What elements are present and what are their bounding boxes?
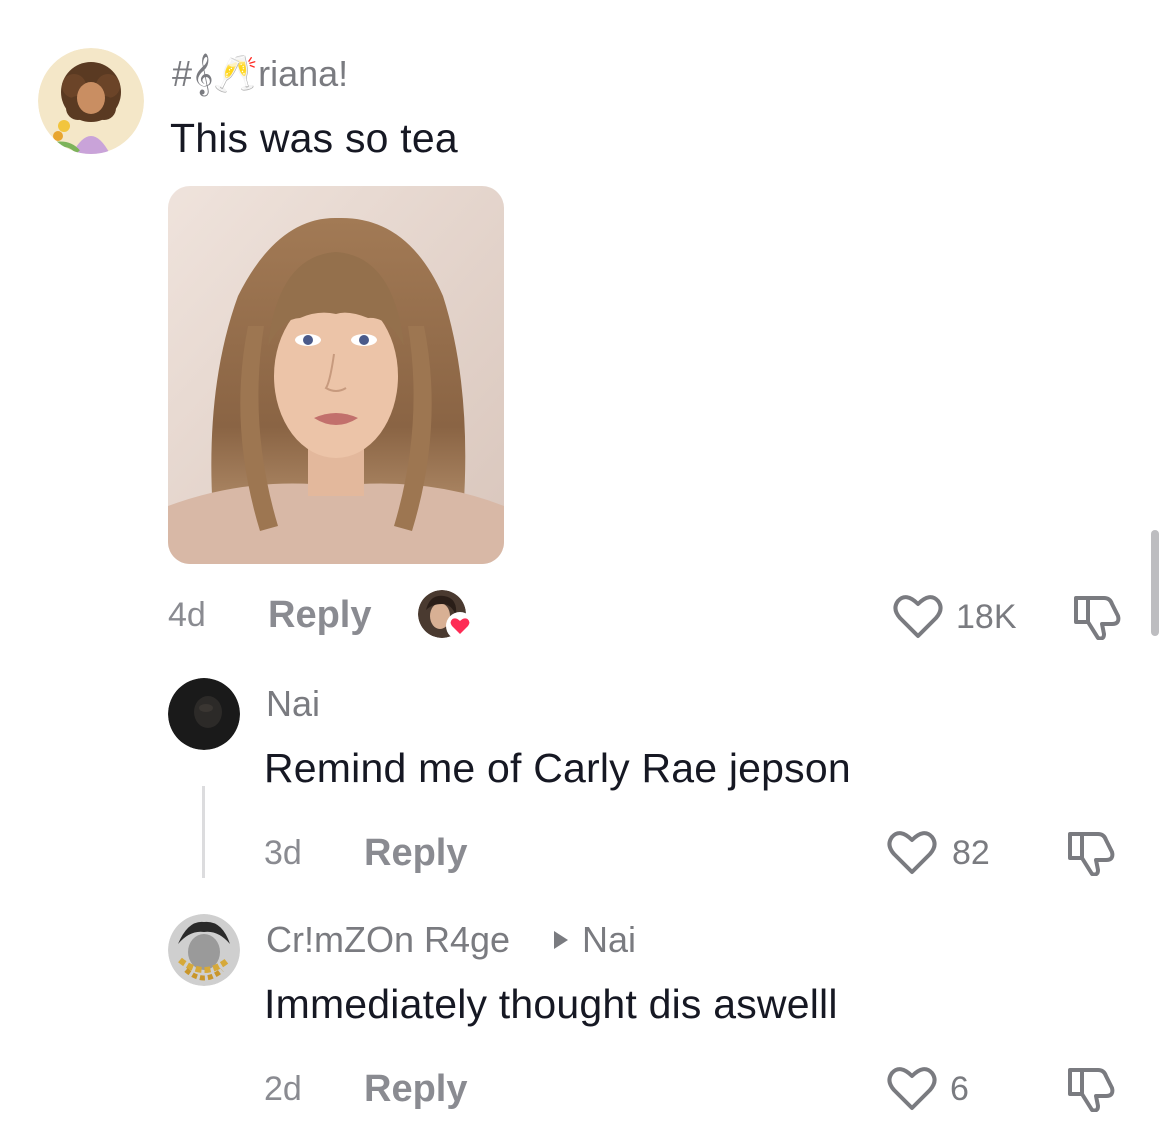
- heart-filled-icon: [446, 612, 474, 640]
- comment-attached-image[interactable]: [168, 186, 504, 564]
- reply-to-username[interactable]: Nai: [582, 922, 636, 958]
- avatar-riana[interactable]: [38, 48, 144, 154]
- comment-text: Immediately thought dis aswelll: [264, 981, 838, 1027]
- comment-time: 4d: [168, 596, 206, 634]
- thread-line: [202, 786, 205, 878]
- like-count: 82: [952, 834, 990, 872]
- like-count: 6: [950, 1070, 969, 1108]
- heart-outline-icon[interactable]: [886, 1064, 938, 1112]
- reply-button[interactable]: Reply: [364, 834, 467, 872]
- scrollbar[interactable]: [1151, 530, 1159, 636]
- comment-username[interactable]: #𝄞🥂riana!: [172, 56, 348, 92]
- comment-username[interactable]: Nai: [266, 686, 320, 722]
- thumbs-down-icon[interactable]: [1070, 594, 1124, 640]
- reply-button[interactable]: Reply: [268, 596, 371, 634]
- comment-text: This was so tea: [170, 115, 458, 161]
- avatar-nai[interactable]: [168, 678, 240, 750]
- play-triangle-icon: [552, 929, 570, 951]
- like-count: 18K: [956, 598, 1017, 636]
- heart-outline-icon[interactable]: [886, 828, 938, 876]
- comment-time: 2d: [264, 1070, 302, 1108]
- reply-button[interactable]: Reply: [364, 1070, 467, 1108]
- comment-time: 3d: [264, 834, 302, 872]
- comment-text: Remind me of Carly Rae jepson: [264, 745, 851, 791]
- comment-username[interactable]: Cr!mZOn R4ge: [266, 922, 510, 958]
- heart-outline-icon[interactable]: [892, 592, 944, 640]
- thumbs-down-icon[interactable]: [1064, 1066, 1118, 1112]
- thumbs-down-icon[interactable]: [1064, 830, 1118, 876]
- avatar-crimzon[interactable]: [168, 914, 240, 986]
